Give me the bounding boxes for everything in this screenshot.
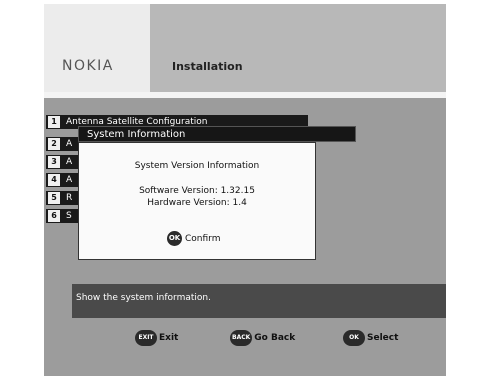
go-back-label: Go Back xyxy=(254,333,296,343)
dialog-heading: System Version Information xyxy=(134,161,260,171)
menu-label-2: A xyxy=(66,139,73,149)
exit-label: Exit xyxy=(159,333,179,343)
menu-item-2[interactable]: 2 A xyxy=(46,137,82,151)
menu-item-6[interactable]: 6 S xyxy=(46,209,82,223)
logo-area: NOKIA xyxy=(44,4,150,92)
menu-number-4: 4 xyxy=(48,174,60,186)
menu-label-6: S xyxy=(66,211,72,221)
confirm-button[interactable]: OK Confirm xyxy=(167,231,220,247)
menu-item-5[interactable]: 5 R xyxy=(46,191,82,205)
ok-select-icon: OK xyxy=(343,329,365,346)
menu-number-3: 3 xyxy=(48,156,60,168)
exit-button[interactable]: EXIT Exit xyxy=(135,328,178,348)
menu-label-4: A xyxy=(66,175,73,185)
menu-label-5: R xyxy=(66,193,73,203)
software-version: Software Version: 1.32.15 xyxy=(139,186,255,196)
system-info-dialog: System Version Information Software Vers… xyxy=(78,142,316,260)
menu-item-3[interactable]: 3 A xyxy=(46,155,82,169)
header-area: Installation xyxy=(150,4,446,92)
go-back-button[interactable]: BACK Go Back xyxy=(230,328,295,348)
menu-item-4[interactable]: 4 A xyxy=(46,173,82,187)
menu-number-2: 2 xyxy=(48,138,60,150)
dialog-title: System Information xyxy=(87,129,186,140)
menu-number-1: 1 xyxy=(48,116,60,128)
exit-icon: EXIT xyxy=(135,329,157,346)
nokia-logo: NOKIA xyxy=(62,58,114,74)
confirm-label: Confirm xyxy=(185,234,221,244)
menu-number-6: 6 xyxy=(48,210,60,222)
back-icon: BACK xyxy=(230,329,253,346)
menu-label-3: A xyxy=(66,157,73,167)
page-title: Installation xyxy=(172,60,243,73)
help-text-bar: Show the system information. xyxy=(72,284,446,318)
dialog-title-bar: System Information xyxy=(78,126,356,142)
menu-number-5: 5 xyxy=(48,192,60,204)
select-label: Select xyxy=(367,333,399,343)
help-text: Show the system information. xyxy=(76,293,211,303)
select-button[interactable]: OK Select xyxy=(343,328,398,348)
hardware-version: Hardware Version: 1.4 xyxy=(147,198,247,208)
ok-icon: OK xyxy=(167,231,182,246)
